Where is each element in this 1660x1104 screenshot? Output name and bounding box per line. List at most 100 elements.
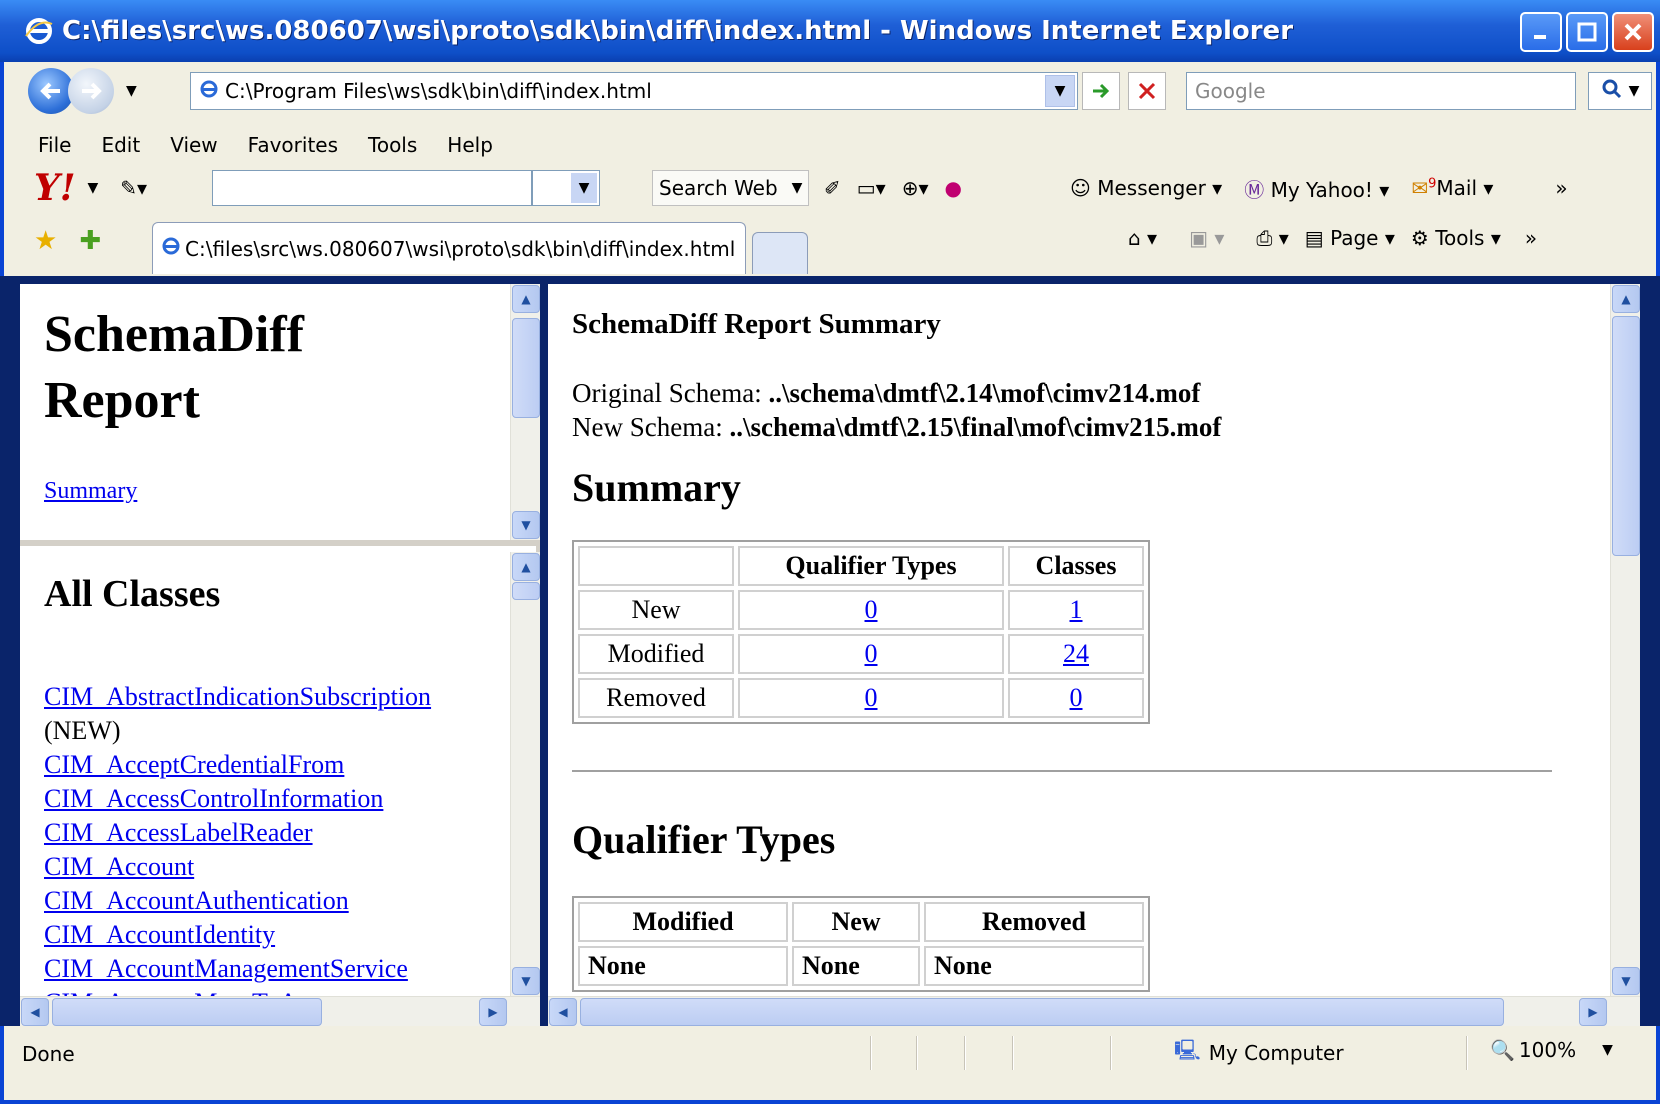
class-link[interactable]: CIM_AccessLabelReader <box>44 816 431 850</box>
table-header <box>578 546 734 586</box>
row-label: Modified <box>578 634 734 674</box>
page-ie-icon <box>199 79 219 104</box>
command-overflow-icon[interactable]: » <box>1525 226 1537 250</box>
scroll-thumb[interactable] <box>512 582 540 600</box>
class-link[interactable]: CIM_AccessControlInformation <box>44 782 431 816</box>
class-link[interactable]: CIM_AccountManagementService <box>44 952 431 986</box>
highlight-icon[interactable]: ✐ <box>824 176 841 200</box>
mail-button[interactable]: ✉9Mail ▾ <box>1411 176 1493 200</box>
qualifier-types-count-link[interactable]: 0 <box>865 639 878 668</box>
classes-count-link[interactable]: 1 <box>1070 595 1083 624</box>
table-header-row: Modified New Removed <box>578 902 1144 942</box>
favorites-center-icon[interactable]: ★ <box>34 226 57 256</box>
table-header-row: Qualifier Types Classes <box>578 546 1144 586</box>
scroll-up-icon[interactable]: ▲ <box>1612 285 1640 313</box>
go-button[interactable] <box>1082 72 1120 110</box>
print-icon[interactable]: ⎙ ▾ <box>1256 226 1288 250</box>
scroll-thumb[interactable] <box>580 998 1504 1026</box>
table-row: Modified 0 24 <box>578 634 1144 674</box>
summary-table: Qualifier Types Classes New 0 1 Modified… <box>572 540 1150 724</box>
scroll-left-icon[interactable]: ◀ <box>21 998 49 1026</box>
menu-file[interactable]: File <box>38 133 71 157</box>
classes-horizontal-scrollbar[interactable]: ◀ ▶ <box>20 996 540 1026</box>
zoom-control[interactable]: 🔍 100% ▼ <box>1490 1038 1613 1062</box>
report-heading: SchemaDiff Report <box>44 306 304 429</box>
menu-help[interactable]: Help <box>447 133 493 157</box>
search-input[interactable]: Google <box>1186 72 1576 110</box>
pencil-icon[interactable]: ✎▾ <box>120 176 147 200</box>
scroll-down-icon[interactable]: ▼ <box>1612 967 1640 995</box>
zoom-dropdown-icon[interactable]: ▼ <box>1602 1042 1613 1058</box>
search-web-dropdown-icon[interactable]: ▼ <box>792 180 803 196</box>
yahoo-logo-icon[interactable]: Y! <box>34 167 76 209</box>
class-link[interactable]: CIM_AccountIdentity <box>44 918 431 952</box>
classes-count-link[interactable]: 24 <box>1063 639 1089 668</box>
menu-tools[interactable]: Tools <box>368 133 417 157</box>
yahoo-menu-icon[interactable]: ▼ <box>88 180 99 196</box>
my-yahoo-icon: Ⓜ <box>1244 177 1265 202</box>
tools-menu[interactable]: ⚙ Tools ▾ <box>1411 226 1501 250</box>
security-zone[interactable]: 🖳 My Computer <box>1174 1036 1344 1070</box>
class-link[interactable]: CIM_Account <box>44 850 431 884</box>
add-favorite-icon[interactable]: ✚ <box>79 226 101 256</box>
scroll-right-icon[interactable]: ▶ <box>1579 998 1607 1026</box>
qualifier-types-count-link[interactable]: 0 <box>865 683 878 712</box>
row-label: New <box>578 590 734 630</box>
my-yahoo-button[interactable]: Ⓜ My Yahoo! ▾ <box>1244 174 1389 203</box>
qualifier-types-count-link[interactable]: 0 <box>865 595 878 624</box>
class-link[interactable]: CIM_AcceptCredentialFrom <box>44 748 431 782</box>
scroll-up-icon[interactable]: ▲ <box>512 285 540 313</box>
messenger-button[interactable]: ☺ Messenger ▾ <box>1070 176 1222 200</box>
page-menu[interactable]: ▤ Page ▾ <box>1305 226 1395 250</box>
scroll-up-icon[interactable]: ▲ <box>512 553 540 581</box>
yahoo-search-input[interactable] <box>212 170 532 206</box>
table-row: Removed 0 0 <box>578 678 1144 718</box>
forward-button[interactable] <box>68 68 114 114</box>
menu-view[interactable]: View <box>170 133 217 157</box>
summary-link[interactable]: Summary <box>44 478 137 505</box>
table-header: Removed <box>924 902 1144 942</box>
toolbar-layout-icon[interactable]: ▭▾ <box>857 176 886 200</box>
nav-vertical-scrollbar[interactable]: ▲ ▼ <box>510 284 540 540</box>
menu-favorites[interactable]: Favorites <box>248 133 338 157</box>
feeds-icon[interactable]: ▣ ▾ <box>1189 226 1224 250</box>
new-tab-button[interactable] <box>752 232 808 274</box>
classes-count-link[interactable]: 0 <box>1070 683 1083 712</box>
new-schema-label: New Schema: <box>572 412 730 442</box>
maximize-button[interactable] <box>1566 12 1608 52</box>
history-dropdown-icon[interactable]: ▼ <box>126 83 137 99</box>
globe-icon[interactable]: ⊕▾ <box>902 176 929 200</box>
search-button[interactable]: ▼ <box>1588 72 1652 110</box>
headphones-icon[interactable]: ● <box>945 176 962 200</box>
scroll-thumb[interactable] <box>52 998 322 1026</box>
stop-button[interactable] <box>1128 72 1166 110</box>
minimize-button[interactable] <box>1520 12 1562 52</box>
class-link[interactable]: CIM_AccountAuthentication <box>44 884 431 918</box>
class-link[interactable]: CIM_AbstractIndicationSubscription <box>44 680 431 714</box>
address-url: C:\Program Files\ws\sdk\bin\diff\index.h… <box>225 79 652 103</box>
address-bar[interactable]: C:\Program Files\ws\sdk\bin\diff\index.h… <box>190 72 1078 110</box>
yahoo-toolbar: Y! ▼ ✎▾ ▼ Search Web ▼ ✐ ▭▾ ⊕▾ ● ☺ Messe… <box>4 164 1656 212</box>
browser-chrome: ▼ C:\Program Files\ws\sdk\bin\diff\index… <box>0 62 1660 276</box>
divider <box>572 770 1552 772</box>
close-button[interactable] <box>1612 12 1654 52</box>
content-horizontal-scrollbar[interactable]: ◀ ▶ <box>548 996 1640 1026</box>
scroll-left-icon[interactable]: ◀ <box>549 998 577 1026</box>
scroll-down-icon[interactable]: ▼ <box>512 967 540 995</box>
browser-tab[interactable]: C:\files\src\ws.080607\wsi\proto\sdk\bin… <box>152 222 746 274</box>
toolbar-overflow-icon[interactable]: » <box>1555 176 1567 200</box>
menu-edit[interactable]: Edit <box>101 133 140 157</box>
yahoo-search-dropdown[interactable]: ▼ <box>532 170 600 206</box>
scroll-thumb[interactable] <box>512 318 540 418</box>
original-schema-path: ..\schema\dmtf\2.14\mof\cimv214.mof <box>768 378 1201 408</box>
window-title: C:\files\src\ws.080607\wsi\proto\sdk\bin… <box>62 16 1294 46</box>
address-dropdown-icon[interactable]: ▼ <box>1045 75 1075 107</box>
home-icon[interactable]: ⌂ ▾ <box>1128 226 1157 250</box>
search-options-icon[interactable]: ▼ <box>1629 83 1640 99</box>
search-web-button[interactable]: Search Web ▼ <box>652 170 810 206</box>
scroll-thumb[interactable] <box>1612 316 1640 556</box>
scroll-down-icon[interactable]: ▼ <box>512 511 540 539</box>
scroll-right-icon[interactable]: ▶ <box>479 998 507 1026</box>
classes-vertical-scrollbar[interactable]: ▲ ▼ <box>510 552 540 996</box>
content-vertical-scrollbar[interactable]: ▲ ▼ <box>1610 284 1640 996</box>
